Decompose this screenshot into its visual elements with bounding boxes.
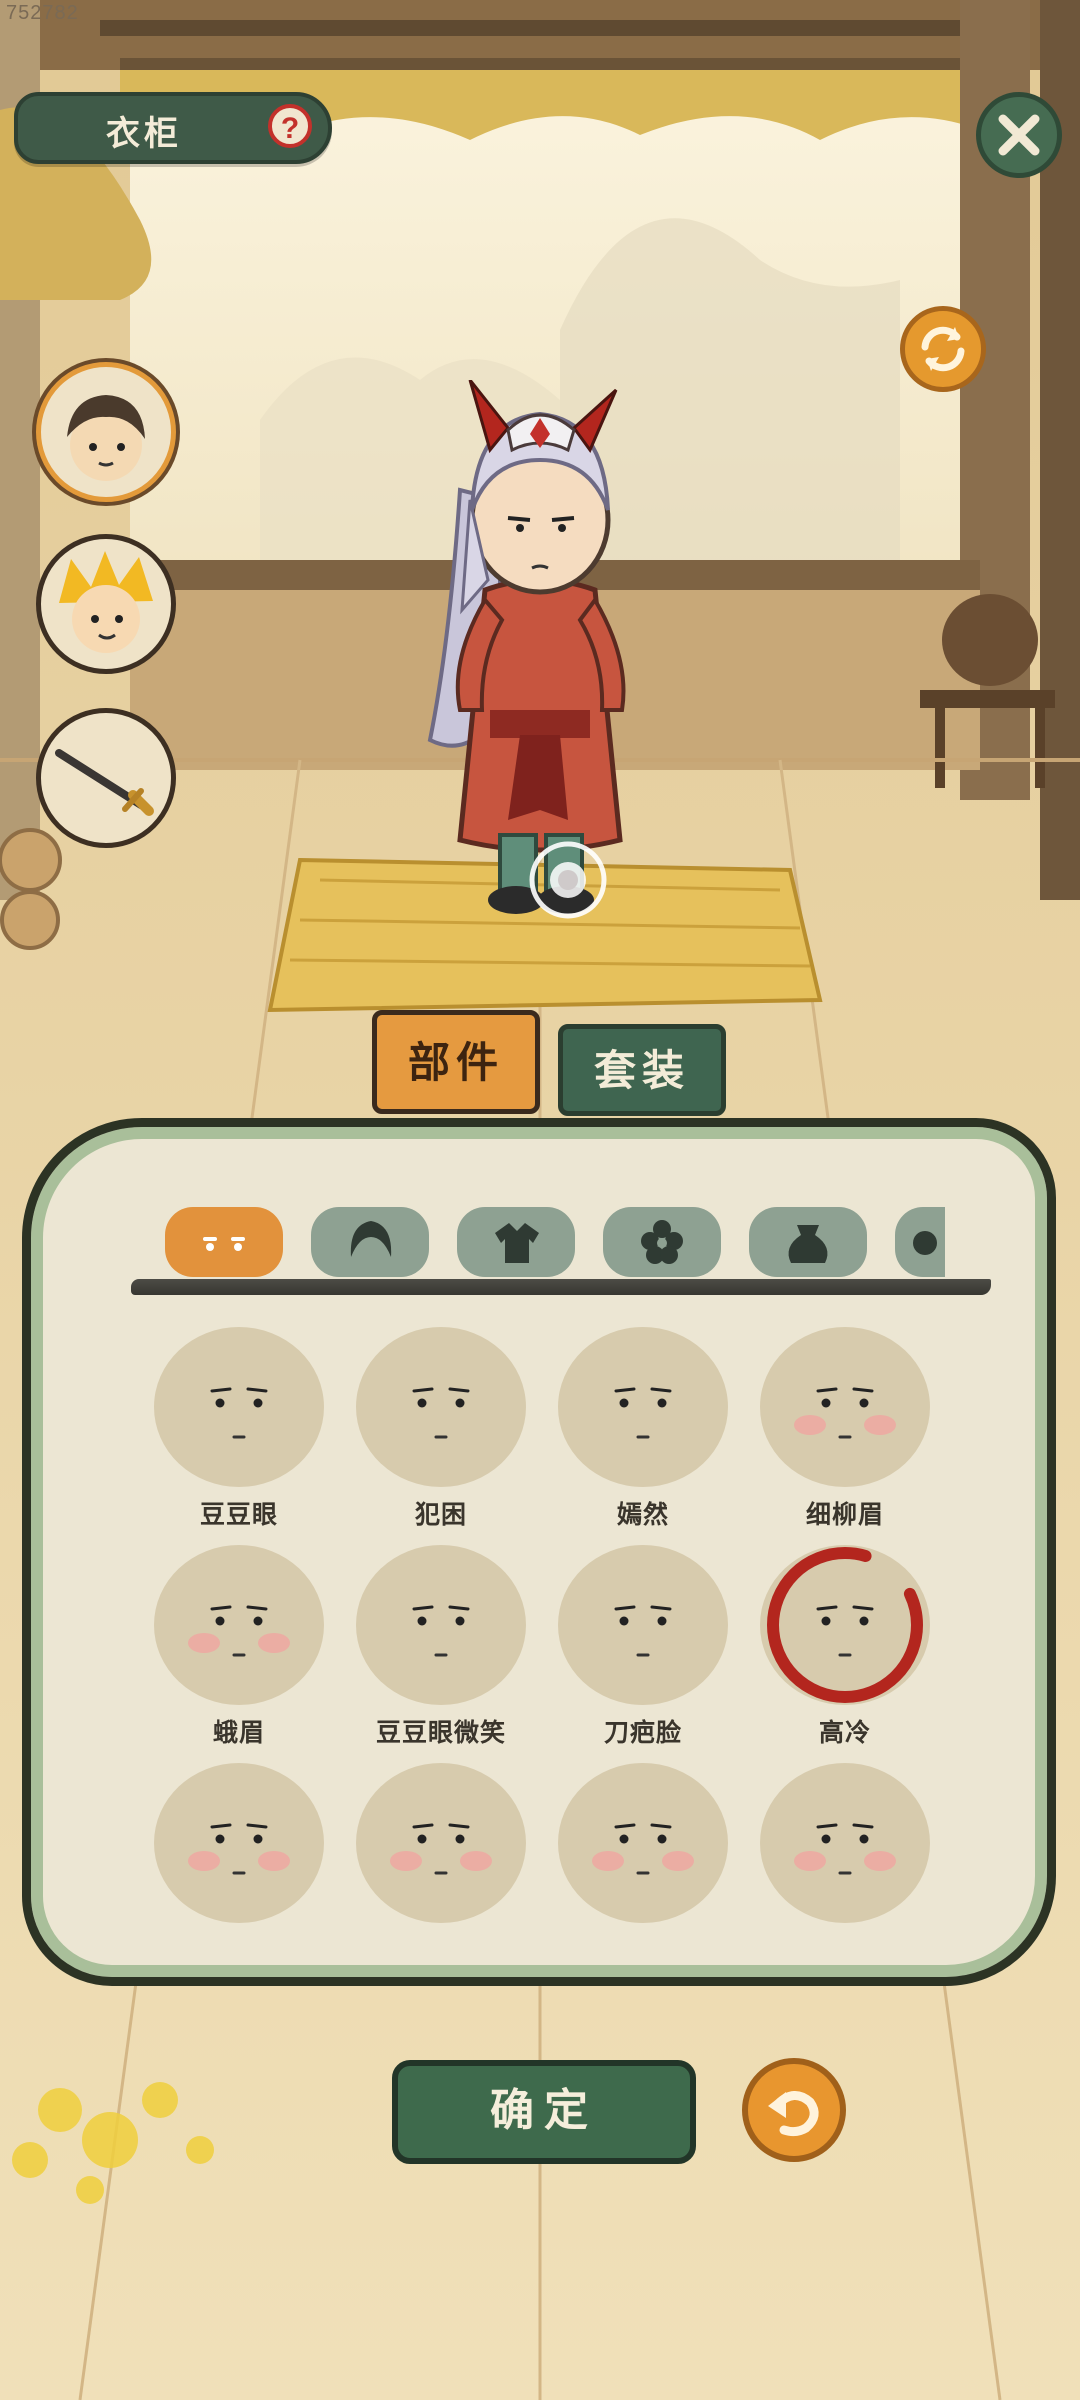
monkey-king-portrait-icon bbox=[59, 551, 153, 653]
character-slot-hero[interactable] bbox=[36, 362, 176, 502]
face-thumbnail bbox=[154, 1763, 324, 1923]
face-thumbnail bbox=[356, 1763, 526, 1923]
undo-icon bbox=[768, 2091, 819, 2137]
question-icon[interactable]: ? bbox=[268, 104, 312, 148]
rotate-view-button[interactable] bbox=[900, 306, 986, 392]
face-option[interactable] bbox=[755, 1763, 935, 1931]
face-option[interactable]: 豆豆眼 bbox=[149, 1327, 329, 1531]
player-character[interactable] bbox=[390, 380, 690, 960]
face-thumbnail bbox=[760, 1327, 930, 1487]
category-divider bbox=[131, 1279, 991, 1295]
face-thumbnail bbox=[558, 1327, 728, 1487]
face-option-label: 豆豆眼微笑 bbox=[375, 1718, 506, 1747]
face-option-label: 高冷 bbox=[818, 1718, 871, 1747]
face-option[interactable] bbox=[351, 1763, 531, 1931]
confirm-button[interactable]: 确定 bbox=[392, 2060, 696, 2164]
watermark-id: 752782 bbox=[6, 2, 79, 24]
category-face[interactable] bbox=[165, 1207, 283, 1277]
face-option[interactable]: 细柳眉 bbox=[755, 1327, 935, 1531]
sword-icon bbox=[55, 749, 154, 816]
wardrobe-scene: 752782 衣柜 ? 部件 套装 豆豆眼 犯困 嫣然 细柳眉 蛾眉 豆豆眼微笑… bbox=[0, 0, 1080, 2400]
category-clothes[interactable] bbox=[457, 1207, 575, 1277]
face-option[interactable] bbox=[553, 1763, 733, 1931]
face-option[interactable]: 嫣然 bbox=[553, 1327, 733, 1531]
face-thumbnail bbox=[558, 1763, 728, 1923]
clothes-icon bbox=[495, 1223, 539, 1263]
face-option[interactable]: 豆豆眼微笑 bbox=[351, 1545, 531, 1749]
category-pouch[interactable] bbox=[749, 1207, 867, 1277]
hero-portrait-icon bbox=[67, 395, 145, 481]
hair-icon bbox=[350, 1221, 392, 1257]
wardrobe-panel: 豆豆眼 犯困 嫣然 细柳眉蛾眉 豆豆眼微笑 刀疤脸 高冷 bbox=[22, 1118, 1056, 1986]
face-option[interactable]: 高冷 bbox=[755, 1545, 935, 1749]
face-thumbnail bbox=[154, 1327, 324, 1487]
face-thumbnail bbox=[154, 1545, 324, 1705]
face-option-label: 蛾眉 bbox=[212, 1718, 265, 1747]
face-option-label: 刀疤脸 bbox=[603, 1718, 682, 1747]
refresh-icon bbox=[921, 326, 965, 372]
face-option[interactable]: 犯困 bbox=[351, 1327, 531, 1531]
face-option-label: 豆豆眼 bbox=[199, 1500, 278, 1529]
face-option-label: 细柳眉 bbox=[805, 1500, 884, 1529]
wardrobe-header: 衣柜 ? bbox=[14, 92, 332, 164]
face-thumbnail bbox=[760, 1545, 930, 1705]
face-eyes-icon bbox=[203, 1237, 245, 1251]
face-thumbnail bbox=[760, 1763, 930, 1923]
weapon-slot[interactable] bbox=[36, 708, 176, 848]
more-icon bbox=[913, 1231, 937, 1255]
face-option-label: 犯困 bbox=[414, 1500, 467, 1529]
back-button[interactable] bbox=[742, 2058, 846, 2162]
face-option-label: 嫣然 bbox=[616, 1500, 669, 1529]
face-option[interactable]: 刀疤脸 bbox=[553, 1545, 733, 1749]
close-button[interactable] bbox=[976, 92, 1062, 178]
category-hair[interactable] bbox=[311, 1207, 429, 1277]
tab-parts[interactable]: 部件 bbox=[372, 1010, 540, 1114]
face-option[interactable]: 蛾眉 bbox=[149, 1545, 329, 1749]
pouch-icon bbox=[788, 1225, 828, 1263]
face-option[interactable] bbox=[149, 1763, 329, 1931]
face-thumbnail bbox=[356, 1545, 526, 1705]
flower-accessory-icon bbox=[641, 1220, 683, 1264]
face-thumbnail bbox=[356, 1327, 526, 1487]
character-slot-monkey[interactable] bbox=[36, 534, 176, 674]
category-accessory[interactable] bbox=[603, 1207, 721, 1277]
face-thumbnail bbox=[558, 1545, 728, 1705]
page-title: 衣柜 bbox=[106, 114, 182, 154]
category-more[interactable] bbox=[895, 1207, 945, 1277]
tab-suits[interactable]: 套装 bbox=[558, 1024, 726, 1116]
close-icon bbox=[998, 114, 1040, 156]
